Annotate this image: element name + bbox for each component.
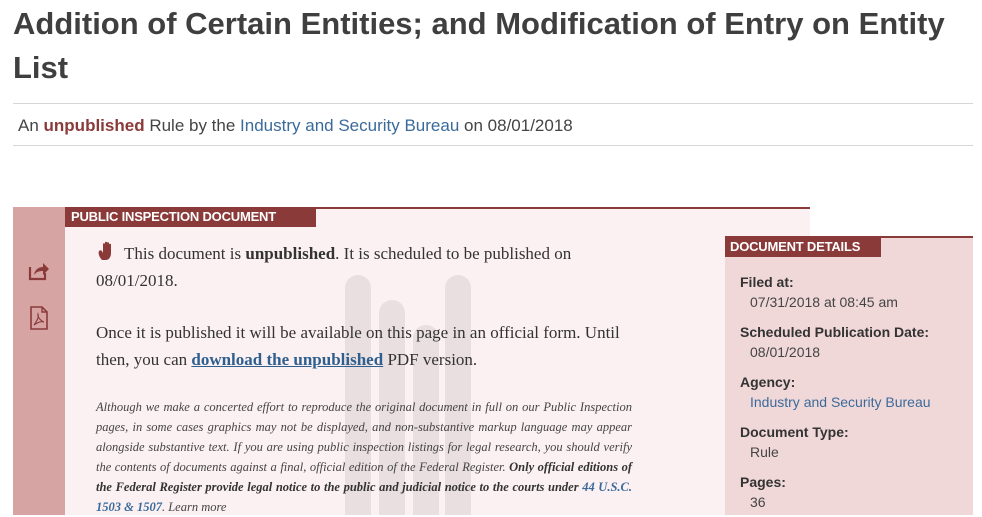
- section-rule: [316, 207, 810, 209]
- byline-agency-link[interactable]: Industry and Security Bureau: [240, 116, 459, 135]
- byline-prefix: An: [18, 116, 39, 135]
- share-icon[interactable]: [27, 259, 51, 283]
- notice-status: unpublished: [245, 244, 336, 263]
- pages-value: 36: [750, 494, 766, 510]
- filed-at-label: Filed at:: [740, 274, 794, 290]
- disclaimer-learn-more: . Learn more: [161, 500, 227, 514]
- publication-date-value: 08/01/2018: [750, 344, 821, 360]
- legal-disclaimer: Although we make a concerted effort to r…: [96, 397, 632, 517]
- document-type-label: Document Type:: [740, 424, 849, 440]
- public-inspection-header: PUBLIC INSPECTION DOCUMENT: [65, 207, 316, 227]
- download-unpublished-link[interactable]: download the unpublished: [191, 350, 383, 369]
- byline-date: 08/01/2018: [487, 116, 573, 135]
- agency-link[interactable]: Industry and Security Bureau: [750, 393, 931, 411]
- document-type-value: Rule: [750, 444, 779, 460]
- hand-stop-icon: [96, 240, 118, 262]
- publication-date-label: Scheduled Publication Date:: [740, 324, 930, 340]
- agency-label: Agency:: [740, 374, 796, 390]
- divider: [13, 145, 973, 146]
- page-title: Addition of Certain Entities; and Modifi…: [13, 6, 945, 85]
- byline-status: unpublished: [43, 116, 145, 135]
- document-details-header: DOCUMENT DETAILS: [725, 236, 881, 257]
- inspection-notice: This document is unpublished. It is sche…: [96, 240, 641, 373]
- byline-on: on: [464, 116, 483, 135]
- pages-label: Pages:: [740, 474, 786, 490]
- filed-at-value: 07/31/2018 at 08:45 am: [750, 294, 898, 310]
- notice-prefix: This document is: [124, 244, 242, 263]
- divider: [13, 103, 973, 104]
- pdf-icon[interactable]: [27, 306, 51, 330]
- byline-middle: Rule by the: [149, 116, 236, 135]
- availability-suffix: PDF version.: [387, 350, 478, 369]
- document-byline: An unpublished Rule by the Industry and …: [18, 115, 573, 137]
- document-tools-rail: [13, 207, 65, 515]
